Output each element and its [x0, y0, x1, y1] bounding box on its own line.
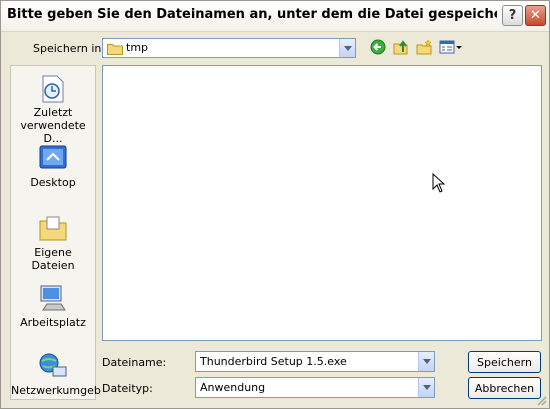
filename-value[interactable]: Thunderbird Setup 1.5.exe — [200, 355, 347, 368]
place-my-documents-label: Eigene Dateien — [31, 246, 75, 272]
help-button[interactable]: ? — [502, 5, 523, 26]
up-folder-icon[interactable] — [392, 38, 410, 56]
save-dialog: Bitte geben Sie den Dateinamen an, unter… — [0, 0, 550, 409]
place-network[interactable]: Netzwerkumgeb — [11, 350, 101, 397]
place-recent[interactable]: Zuletzt verwendete D... — [11, 72, 95, 145]
save-button[interactable]: Speichern — [468, 351, 541, 373]
save-in-dropdown[interactable]: tmp — [102, 38, 356, 58]
places-bar: Zuletzt verwendete D... Desktop Eigene D… — [10, 65, 101, 400]
chevron-down-icon[interactable] — [418, 352, 434, 371]
place-my-computer-label: Arbeitsplatz — [20, 316, 86, 329]
title-bar[interactable]: Bitte geben Sie den Dateinamen an, unter… — [1, 1, 549, 32]
place-recent-label: Zuletzt verwendete D... — [20, 106, 86, 145]
place-desktop-label: Desktop — [30, 176, 76, 189]
new-folder-icon[interactable] — [415, 38, 433, 56]
mouse-cursor-icon — [432, 173, 446, 193]
close-button[interactable]: ✕ — [525, 5, 546, 26]
file-list[interactable] — [102, 65, 542, 341]
desktop-icon — [37, 142, 69, 174]
dialog-title: Bitte geben Sie den Dateinamen an, unter… — [7, 7, 497, 22]
resize-grip-icon[interactable] — [535, 394, 547, 406]
back-icon[interactable] — [369, 38, 387, 56]
place-my-documents[interactable]: Eigene Dateien — [11, 212, 95, 272]
chevron-down-icon[interactable] — [339, 39, 355, 57]
my-documents-icon — [37, 212, 69, 244]
folder-icon — [107, 44, 123, 55]
network-icon — [37, 350, 69, 382]
my-computer-icon — [37, 282, 69, 314]
save-in-label: Speichern in: — [33, 42, 106, 55]
filetype-label: Dateityp: — [102, 382, 153, 395]
recent-documents-icon — [37, 72, 69, 104]
filetype-dropdown[interactable]: Anwendung — [195, 377, 435, 398]
filename-input[interactable]: Thunderbird Setup 1.5.exe — [195, 351, 435, 372]
place-desktop[interactable]: Desktop — [11, 142, 95, 189]
filename-label: Dateiname: — [102, 356, 167, 369]
place-my-computer[interactable]: Arbeitsplatz — [11, 282, 95, 329]
place-network-label: Netzwerkumgeb — [11, 384, 101, 397]
cancel-button[interactable]: Abbrechen — [468, 377, 541, 399]
view-menu-icon[interactable] — [438, 38, 464, 56]
filetype-value: Anwendung — [200, 381, 266, 394]
save-in-value: tmp — [126, 41, 149, 54]
chevron-down-icon[interactable] — [418, 378, 434, 397]
